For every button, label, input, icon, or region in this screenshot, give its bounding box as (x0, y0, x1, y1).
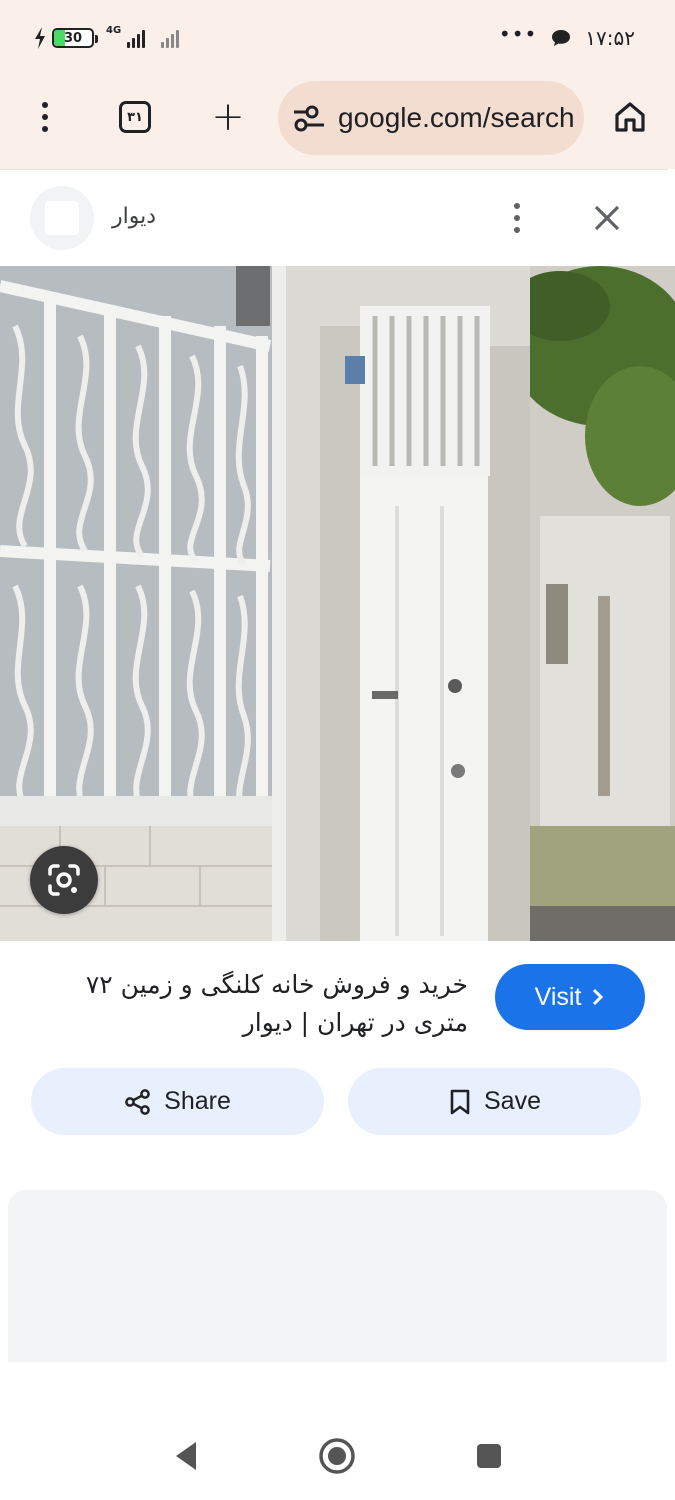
lens-button[interactable] (30, 846, 98, 914)
back-triangle-icon (176, 1442, 196, 1470)
tab-count: ۳۱ (119, 101, 151, 133)
share-label: Share (164, 1087, 231, 1115)
address-bar[interactable]: google.com/search (278, 81, 584, 155)
related-results-panel (8, 1190, 667, 1362)
url-text: google.com/search (338, 102, 575, 133)
visit-label: Visit (534, 982, 582, 1011)
clock: ۱۷:۵۲ (585, 26, 635, 50)
plus-icon: + (211, 94, 245, 140)
chevron-right-icon (593, 988, 604, 1006)
more-options-button[interactable] (497, 196, 537, 240)
status-left: 30 4G (34, 24, 180, 52)
result-image[interactable] (0, 266, 675, 941)
charging-icon (35, 27, 45, 49)
bookmark-icon (450, 1089, 470, 1114)
source-name: دیوار (112, 204, 157, 229)
result-title: خرید و فروش خانه کلنگی و زمین ۷۲ متری در… (85, 970, 468, 1037)
new-tab-button[interactable]: + (198, 87, 258, 147)
visit-button[interactable]: Visit (495, 964, 645, 1030)
battery-percent: 30 (63, 30, 83, 46)
close-icon[interactable] (587, 198, 627, 238)
lens-icon (48, 864, 80, 896)
browser-menu-button[interactable] (15, 87, 75, 147)
more-notifications-icon: ••• (498, 22, 538, 46)
house-door-photo (0, 266, 675, 941)
save-label: Save (484, 1087, 541, 1115)
recents-button[interactable] (465, 1432, 513, 1480)
source-favicon (30, 186, 94, 250)
system-nav-bar (0, 1400, 675, 1500)
tab-switcher-button[interactable]: ۳۱ (105, 87, 165, 147)
kebab-dot (514, 227, 520, 233)
image-viewer-header: دیوار (0, 169, 668, 266)
home-nav-button[interactable] (313, 1432, 361, 1480)
kebab-dot (514, 203, 520, 209)
home-icon (615, 102, 645, 132)
browser-toolbar: ۳۱ + google.com/search (0, 75, 675, 169)
share-icon (125, 1088, 150, 1115)
recents-square-icon (477, 1444, 501, 1468)
signal-icon (127, 28, 146, 48)
home-circle-icon (319, 1438, 355, 1474)
kebab-icon (42, 102, 48, 132)
tune-icon[interactable] (292, 103, 326, 133)
kebab-dot (514, 215, 520, 221)
network-type: 4G (106, 24, 122, 36)
signal-secondary-icon (161, 28, 180, 48)
message-icon (552, 30, 571, 46)
back-button[interactable] (162, 1432, 210, 1480)
battery-indicator: 30 (52, 28, 98, 48)
share-button[interactable]: Share (31, 1068, 324, 1135)
status-right: ••• ۱۷:۵۲ (499, 24, 635, 52)
home-button[interactable] (600, 87, 660, 147)
status-bar: 30 4G ••• ۱۷:۵۲ (0, 0, 675, 75)
save-button[interactable]: Save (348, 1068, 641, 1135)
